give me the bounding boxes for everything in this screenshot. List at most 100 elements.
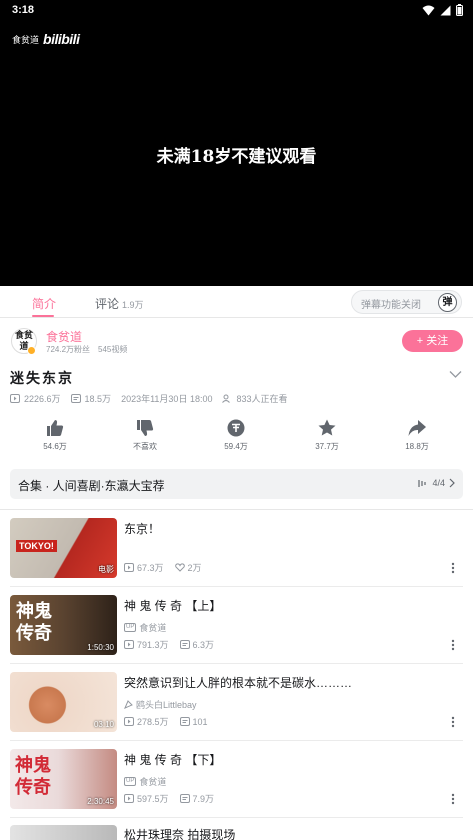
like-icon: [47, 420, 64, 436]
play-count-icon: [10, 394, 20, 403]
uploader-fans: 724.2万粉丝: [46, 345, 91, 354]
like-count: 54.6万: [43, 442, 67, 451]
uploader-name[interactable]: 食贫道: [46, 328, 82, 345]
tab-active-indicator: [32, 315, 54, 317]
thumbnail-badge: 1:50:30: [87, 643, 114, 652]
heart-icon: [174, 563, 185, 572]
video-item-views: 791.3万: [137, 640, 169, 650]
video-item-uploader-name: 食贫道: [139, 777, 167, 787]
danmaku-toggle[interactable]: 弹幕功能关闭 弹: [351, 290, 462, 314]
tab-comments-label: 评论: [95, 297, 120, 311]
list-item[interactable]: 松井珠理奈 拍摄现场: [0, 818, 473, 840]
play-count-icon: [124, 640, 134, 649]
status-time: 3:18: [12, 4, 35, 16]
video-item-uploader-name: 食贫道: [139, 623, 167, 633]
more-icon[interactable]: [451, 716, 455, 728]
tab-bar: 简介 评论 1.9万 弹幕功能关闭 弹: [0, 286, 473, 318]
video-views: 2226.6万: [24, 394, 61, 404]
share-button[interactable]: 18.8万: [387, 418, 447, 452]
video-item-title: 神 鬼 传 奇 【上】: [124, 599, 222, 613]
danmaku-toggle-label: 弹幕功能关闭: [361, 300, 421, 311]
danmaku-switch-icon[interactable]: 弹: [438, 293, 457, 312]
video-item-stats: 597.5万 7.9万: [124, 792, 214, 805]
video-meta: 2226.6万 18.5万 2023年11月30日 18:00 833人正在看: [10, 392, 288, 405]
dislike-icon: [137, 420, 154, 436]
coin-count: 59.4万: [224, 442, 248, 451]
battery-icon: [456, 4, 463, 16]
share-count: 18.8万: [405, 442, 429, 451]
video-thumbnail: 神鬼传奇 2:30:45: [10, 749, 117, 809]
video-danmaku: 18.5万: [84, 394, 112, 404]
video-thumbnail: 神鬼传奇 1:50:30: [10, 595, 117, 655]
video-item-views: 278.5万: [137, 717, 169, 727]
tab-comments[interactable]: 评论 1.9万: [95, 295, 144, 312]
more-icon[interactable]: [451, 562, 455, 574]
list-item[interactable]: 神鬼传奇 2:30:45 神 鬼 传 奇 【下】 UP 食贫道 597.5万 7…: [0, 741, 473, 818]
video-item-uploader: 鸥头白Littlebay: [124, 698, 197, 711]
favorite-button[interactable]: 37.7万: [297, 418, 357, 452]
video-item-stats: 67.3万 2万: [124, 561, 202, 574]
video-item-views: 597.5万: [137, 794, 169, 804]
video-item-danmaku: 6.3万: [192, 640, 215, 650]
follow-button[interactable]: + 关注: [402, 330, 463, 352]
watermark-brand: bilibili: [43, 31, 80, 47]
status-icons: [422, 4, 463, 16]
playlist-icon: [418, 479, 427, 487]
signal-icon: [440, 5, 451, 15]
video-thumbnail: [10, 825, 117, 840]
player-caption: 未满18岁不建议观看: [156, 147, 317, 167]
coin-button[interactable]: 59.4万: [206, 418, 266, 452]
play-count-icon: [124, 717, 134, 726]
coin-icon: [227, 419, 245, 437]
video-item-title: 突然意识到让人胖的根本就不是碳水………: [124, 676, 353, 690]
video-thumbnail: 03:10: [10, 672, 117, 732]
video-item-danmaku: 7.9万: [192, 794, 215, 804]
list-item[interactable]: 03:10 突然意识到让人胖的根本就不是碳水……… 鸥头白Littlebay 2…: [0, 664, 473, 741]
list-item[interactable]: TOKYO! 电影 东京！ 67.3万 2万: [0, 510, 473, 587]
more-icon[interactable]: [451, 639, 455, 651]
thumbnail-text: 神鬼传奇: [15, 755, 51, 798]
video-item-title: 东京！: [124, 522, 161, 536]
danmaku-count-icon: [70, 394, 81, 403]
uploader-stats: 724.2万粉丝 545视频: [46, 344, 127, 355]
video-thumbnail: TOKYO! 电影: [10, 518, 117, 578]
video-item-likes: 2万: [187, 563, 202, 573]
video-item-views: 67.3万: [137, 563, 164, 573]
thumbnail-badge: 03:10: [93, 720, 114, 729]
collection-bar[interactable]: 合集 · 人间喜剧·东瀛大宝荐 4/4: [10, 469, 463, 499]
up-icon: UP: [124, 777, 137, 786]
action-bar: 54.6万 不喜欢 59.4万 37.7万 18.8万: [0, 418, 473, 458]
uploader-row: 食贫道 食贫道 724.2万粉丝 545视频 + 关注: [0, 322, 473, 362]
video-item-title: 神 鬼 传 奇 【下】: [124, 753, 222, 767]
uploader-videos: 545视频: [98, 345, 128, 354]
star-icon: [318, 419, 336, 436]
collection-progress: 4/4: [418, 478, 455, 488]
tab-intro[interactable]: 简介: [32, 295, 56, 312]
video-date: 2023年11月30日 18:00: [121, 394, 213, 404]
dislike-button[interactable]: 不喜欢: [115, 418, 175, 452]
verified-badge-icon: [27, 346, 36, 355]
more-icon[interactable]: [451, 793, 455, 805]
share-icon: [408, 420, 426, 436]
watching-icon: [222, 394, 231, 403]
play-count-icon: [124, 563, 134, 572]
video-item-uploader-name: 鸥头白Littlebay: [136, 700, 197, 710]
danmaku-count-icon: [179, 640, 190, 649]
video-item-uploader: UP 食贫道: [124, 775, 166, 788]
dislike-label: 不喜欢: [133, 442, 157, 451]
favorite-count: 37.7万: [315, 442, 339, 451]
video-title: 迷失东京: [10, 370, 74, 386]
video-player[interactable]: 食贫道 bilibili 未满18岁不建议观看: [0, 22, 473, 286]
status-bar: 3:18: [0, 0, 473, 22]
video-item-stats: 791.3万 6.3万: [124, 638, 214, 651]
collection-title: 合集 · 人间喜剧·东瀛大宝荐: [18, 479, 165, 493]
danmaku-count-icon: [179, 794, 190, 803]
chevron-right-icon: [449, 478, 455, 488]
list-item[interactable]: 神鬼传奇 1:50:30 神 鬼 传 奇 【上】 UP 食贫道 791.3万 6…: [0, 587, 473, 664]
like-button[interactable]: 54.6万: [25, 418, 85, 452]
comments-count: 1.9万: [122, 300, 144, 310]
up-icon: UP: [124, 623, 137, 632]
play-count-icon: [124, 794, 134, 803]
video-item-danmaku: 101: [192, 716, 208, 727]
chevron-down-icon[interactable]: [449, 370, 462, 379]
